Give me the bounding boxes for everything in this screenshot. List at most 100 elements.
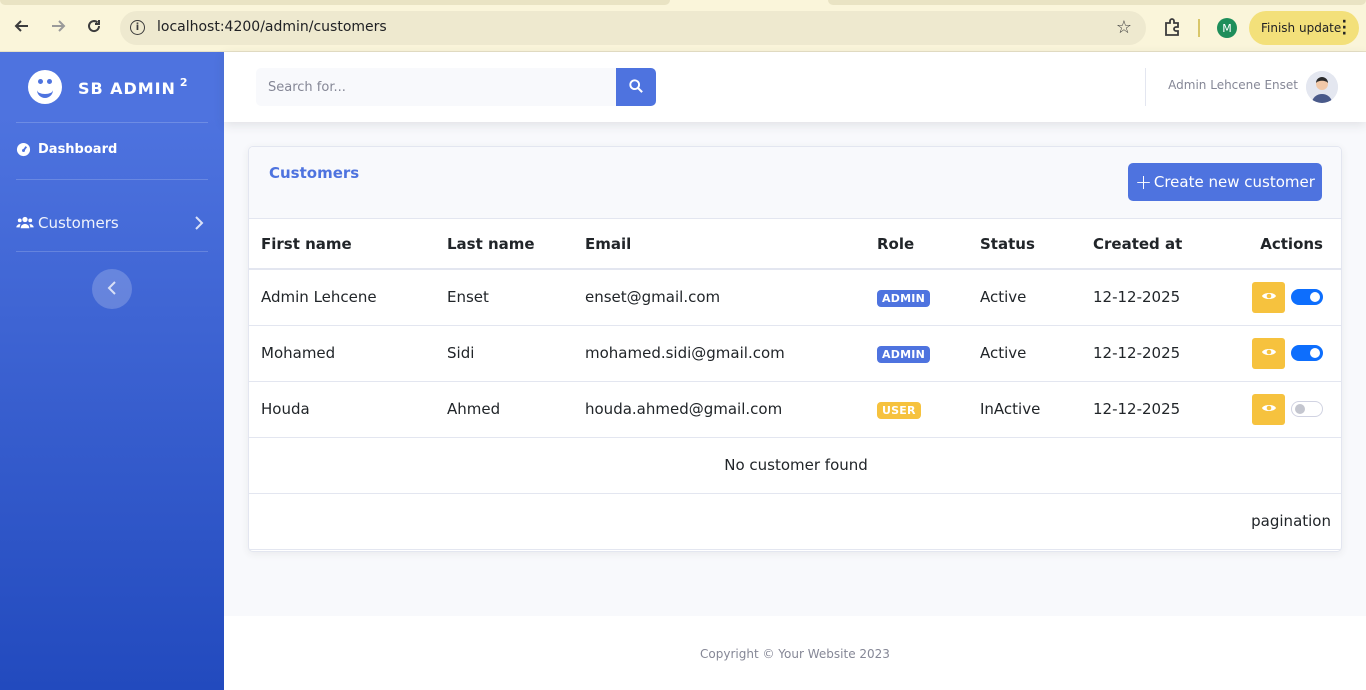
sidebar: SB ADMIN 2 Dashboard Customers (0, 52, 224, 690)
table-header-row: First name Last name Email Role Status C… (249, 219, 1341, 270)
toggle-knob (1310, 348, 1320, 358)
column-header-role[interactable]: Role (865, 219, 968, 270)
site-info-icon[interactable]: i (130, 20, 145, 35)
chevron-left-icon (107, 280, 117, 299)
column-header-status[interactable]: Status (968, 219, 1081, 270)
laugh-wink-icon (28, 70, 62, 104)
role-badge: ADMIN (877, 345, 930, 363)
extensions-icon[interactable] (1162, 16, 1184, 38)
sidebar-item-label: Dashboard (38, 142, 118, 157)
cell-last-name: Enset (435, 269, 573, 326)
column-header-first-name[interactable]: First name (249, 219, 435, 270)
status-toggle[interactable] (1291, 401, 1323, 417)
view-customer-button[interactable] (1252, 337, 1285, 369)
eye-icon (1261, 344, 1277, 362)
toggle-knob (1310, 292, 1320, 303)
status-toggle[interactable] (1291, 345, 1323, 361)
search-button[interactable] (616, 68, 656, 106)
cell-actions (1211, 269, 1341, 326)
cell-role: USER (865, 381, 968, 438)
copyright-text: Copyright © Your Website 2023 (700, 647, 890, 661)
search-icon (629, 78, 643, 97)
sidebar-item-label: Customers (38, 214, 119, 232)
forward-icon[interactable] (46, 14, 70, 38)
user-name[interactable]: Admin Lehcene Enset (1168, 78, 1298, 92)
tab-right[interactable] (828, 0, 1366, 5)
view-customer-button[interactable] (1252, 281, 1285, 313)
sidebar-divider (16, 251, 208, 252)
card-header: Customers + Create new customer (249, 147, 1341, 219)
eye-icon (1261, 288, 1277, 306)
tachometer-icon (16, 142, 34, 157)
finish-update-button[interactable]: Finish update · · · (1249, 11, 1359, 45)
finish-update-label: Finish update (1261, 21, 1342, 35)
brand-superscript: 2 (179, 76, 189, 89)
customers-card: Customers + Create new customer First na… (248, 146, 1342, 552)
search-input[interactable] (256, 68, 616, 106)
sidebar-divider (16, 122, 208, 123)
cell-first-name: Houda (249, 381, 435, 438)
column-header-email[interactable]: Email (573, 219, 865, 270)
cell-status: InActive (968, 381, 1081, 438)
sidebar-brand[interactable]: SB ADMIN 2 (28, 70, 189, 104)
cell-actions (1211, 325, 1341, 382)
plus-icon: + (1135, 170, 1152, 194)
brand-name: SB ADMIN (78, 79, 176, 98)
cell-first-name: Mohamed (249, 325, 435, 382)
cell-role: ADMIN (865, 269, 968, 326)
eye-icon (1261, 400, 1277, 418)
pagination-row: pagination (249, 493, 1341, 550)
footer: Copyright © Your Website 2023 (224, 616, 1366, 690)
empty-message: No customer found (249, 437, 1341, 494)
user-avatar[interactable] (1306, 71, 1338, 103)
cell-actions (1211, 381, 1341, 438)
role-badge: ADMIN (877, 289, 930, 307)
back-icon[interactable] (10, 14, 34, 38)
sidebar-item-customers[interactable]: Customers (16, 214, 208, 232)
cell-email: mohamed.sidi@gmail.com (573, 325, 865, 382)
tab-strip (0, 0, 1366, 5)
topbar: Admin Lehcene Enset (224, 52, 1366, 122)
browser-toolbar: i localhost:4200/admin/customers ☆ M Fin… (0, 0, 1366, 52)
create-customer-button[interactable]: + Create new customer (1128, 163, 1322, 201)
chevron-right-icon (194, 216, 204, 234)
table-row: Houda Ahmed houda.ahmed@gmail.com USER I… (249, 381, 1341, 438)
table-row: Admin Lehcene Enset enset@gmail.com ADMI… (249, 269, 1341, 326)
toggle-knob (1295, 404, 1305, 414)
card-title: Customers (269, 164, 360, 182)
column-header-actions: Actions (1211, 219, 1341, 270)
cell-status: Active (968, 325, 1081, 382)
sidebar-toggle-button[interactable] (92, 269, 132, 309)
topbar-divider (1145, 68, 1146, 106)
create-customer-label: Create new customer (1153, 173, 1315, 191)
toolbar-divider (1198, 19, 1200, 37)
reload-icon[interactable] (82, 14, 106, 38)
cell-role: ADMIN (865, 325, 968, 382)
bookmark-star-icon[interactable]: ☆ (1116, 17, 1132, 38)
cell-last-name: Ahmed (435, 381, 573, 438)
cell-created-at: 12-12-2025 (1081, 381, 1211, 438)
brand-text: SB ADMIN 2 (78, 76, 189, 98)
cell-first-name: Admin Lehcene (249, 269, 435, 326)
url-text: localhost:4200/admin/customers (157, 19, 387, 35)
cell-created-at: 12-12-2025 (1081, 325, 1211, 382)
cell-status: Active (968, 269, 1081, 326)
empty-row: No customer found (249, 437, 1341, 494)
view-customer-button[interactable] (1252, 393, 1285, 425)
column-header-created-at[interactable]: Created at (1081, 219, 1211, 270)
column-header-last-name[interactable]: Last name (435, 219, 573, 270)
address-bar[interactable]: i localhost:4200/admin/customers ☆ (120, 11, 1146, 45)
customers-table: First name Last name Email Role Status C… (249, 219, 1341, 550)
profile-avatar[interactable]: M (1217, 18, 1237, 38)
sidebar-item-dashboard[interactable]: Dashboard (16, 142, 208, 157)
cell-created-at: 12-12-2025 (1081, 269, 1211, 326)
tab-left[interactable] (0, 0, 670, 5)
more-menu-icon[interactable]: · · · (1342, 15, 1347, 41)
cell-email: enset@gmail.com (573, 269, 865, 326)
sidebar-divider (16, 179, 208, 180)
cell-last-name: Sidi (435, 325, 573, 382)
pagination[interactable]: pagination (249, 493, 1341, 550)
status-toggle[interactable] (1291, 289, 1323, 306)
users-icon (16, 216, 34, 230)
role-badge: USER (877, 401, 921, 419)
